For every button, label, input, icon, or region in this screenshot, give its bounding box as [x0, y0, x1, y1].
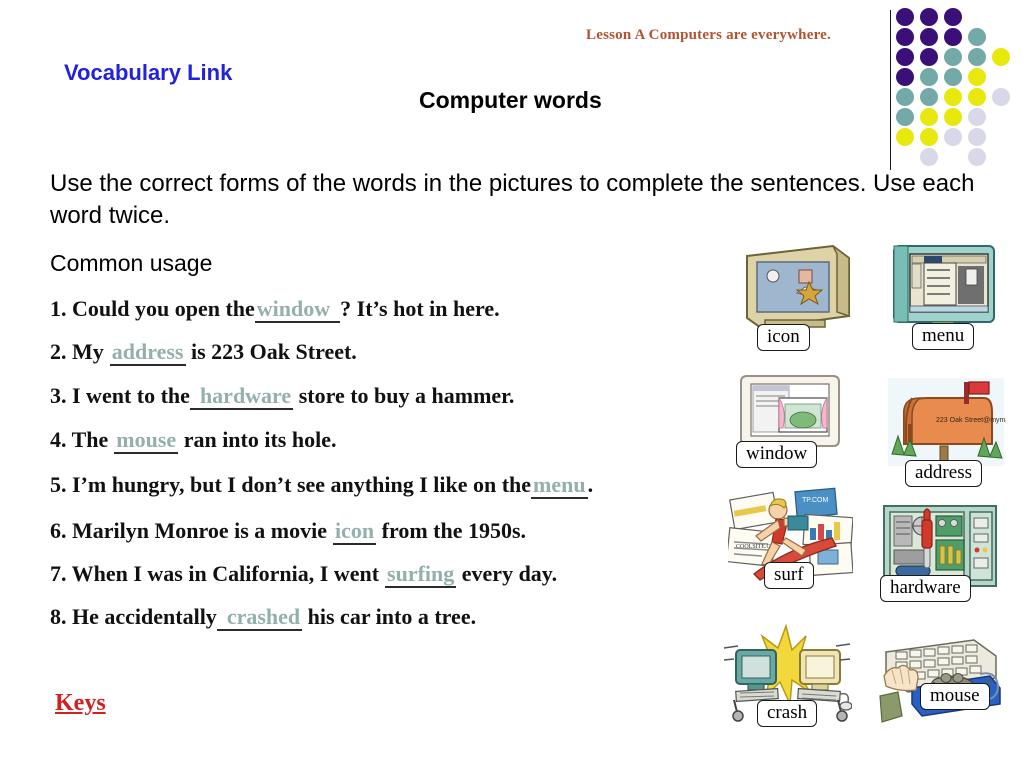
- sentence-text-after: from the 1950s.: [376, 518, 527, 543]
- sentence-text-before: He accidentally: [72, 604, 217, 629]
- keys-link[interactable]: Keys: [55, 690, 106, 717]
- sentence-item: 7. When I was in California, I went surfi…: [50, 561, 558, 588]
- decor-dot: [944, 88, 962, 106]
- vertical-divider: [890, 10, 891, 170]
- answer-blank[interactable]: menu: [531, 472, 588, 499]
- sentence-number: 6.: [50, 518, 72, 543]
- answer-blank[interactable]: window: [254, 296, 341, 323]
- sentence-item: 8. He accidentally crashed his car into a…: [50, 604, 477, 631]
- decor-dot: [944, 28, 962, 46]
- decor-dot: [920, 88, 938, 106]
- decor-dot: [968, 68, 986, 86]
- decor-dot: [920, 28, 938, 46]
- sentence-text-before: When I was in California, I went: [71, 561, 380, 586]
- decor-dot: [968, 128, 986, 146]
- sentence-item: 4. The mouse ran into its hole.: [50, 427, 337, 454]
- picture-label-mouse: mouse: [920, 683, 990, 710]
- answer-blank[interactable]: mouse: [114, 427, 179, 454]
- sentence-item: 5. I’m hungry, but I don’t see anything …: [50, 472, 710, 499]
- decor-dot: [944, 68, 962, 86]
- answer-blank[interactable]: icon: [333, 518, 377, 545]
- sentence-number: 8.: [50, 604, 72, 629]
- picture-label-crash: crash: [757, 700, 818, 727]
- sentence-item: 2. My address is 223 Oak Street.: [50, 339, 357, 366]
- picture-label-window: window: [736, 441, 818, 468]
- decor-dot: [896, 68, 914, 86]
- answer-blank[interactable]: hardware: [189, 383, 294, 410]
- sentence-number: 2.: [50, 339, 72, 364]
- decor-dot: [920, 108, 938, 126]
- sentence-text-before: I’m hungry, but I don’t see anything I l…: [72, 472, 532, 497]
- sentence-item: 6. Marilyn Monroe is a movie icon from th…: [50, 518, 527, 545]
- answer-blank[interactable]: crashed: [216, 604, 303, 631]
- answer-blank[interactable]: address: [109, 339, 186, 366]
- svg-text:COOLSITE.C: COOLSITE.C: [736, 544, 771, 550]
- sentence-number: 5.: [50, 472, 72, 497]
- decor-dot: [896, 28, 914, 46]
- picture-label-hardware: hardware: [880, 575, 971, 602]
- sentence-text-after: .: [587, 472, 594, 497]
- svg-text:223 Oak Street@mymail.com: 223 Oak Street@mymail.com: [936, 417, 1006, 424]
- decor-dot: [896, 48, 914, 66]
- page-title: Computer words: [419, 87, 602, 113]
- picture-label-menu: menu: [912, 323, 975, 350]
- decor-dot: [944, 8, 962, 26]
- answer-blank[interactable]: surfing: [385, 561, 457, 588]
- decor-dot: [944, 108, 962, 126]
- sentence-text-after: is 223 Oak Street.: [185, 339, 357, 364]
- decor-dot: [920, 128, 938, 146]
- sentence-number: 1.: [50, 296, 72, 321]
- decor-dot: [920, 48, 938, 66]
- decor-dot: [992, 48, 1010, 66]
- sentence-text-after: store to buy a hammer.: [293, 383, 515, 408]
- decor-dot: [896, 8, 914, 26]
- lesson-header: Lesson A Computers are everywhere.: [586, 27, 831, 43]
- decor-dot: [944, 48, 962, 66]
- picture-label-icon: icon: [757, 324, 810, 351]
- svg-text:TP.COM: TP.COM: [802, 497, 828, 504]
- sentence-number: 7.: [50, 561, 72, 586]
- decor-dot: [920, 8, 938, 26]
- sentence-number: 3.: [50, 383, 72, 408]
- decor-dot: [944, 128, 962, 146]
- sentence-text-after: his car into a tree.: [302, 604, 477, 629]
- sentence-text-before: Could you open the: [72, 296, 255, 321]
- decor-dot: [968, 28, 986, 46]
- decor-dot: [920, 68, 938, 86]
- sentence-text-after: ? It’s hot in here.: [340, 296, 500, 321]
- picture-label-surf: surf: [764, 562, 814, 589]
- sentence-number: 4.: [50, 427, 72, 452]
- sentence-item: 1. Could you open thewindow? It’s hot in…: [50, 296, 500, 323]
- decor-dot: [896, 108, 914, 126]
- decor-dot: [896, 128, 914, 146]
- common-usage-label: Common usage: [50, 250, 213, 276]
- decor-dot: [920, 148, 938, 166]
- decor-dot: [968, 88, 986, 106]
- picture-label-address: address: [905, 460, 982, 487]
- sentence-text-before: The: [71, 427, 109, 452]
- decor-dot: [968, 108, 986, 126]
- decor-dot: [968, 48, 986, 66]
- sentence-text-before: I went to the: [72, 383, 190, 408]
- decor-dot: [896, 88, 914, 106]
- decor-dot: [992, 88, 1010, 106]
- sentence-text-after: every day.: [456, 561, 558, 586]
- sentence-item: 3. I went to the hardware store to buy a …: [50, 383, 515, 410]
- vocabulary-link-title: Vocabulary Link: [64, 60, 233, 85]
- instructions-text: Use the correct forms of the words in th…: [50, 170, 975, 229]
- decorative-dot-grid: [896, 8, 1024, 168]
- decor-dot: [968, 148, 986, 166]
- sentence-text-before: My: [72, 339, 104, 364]
- sentence-text-after: ran into its hole.: [178, 427, 337, 452]
- sentence-text-before: Marilyn Monroe is a movie: [72, 518, 327, 543]
